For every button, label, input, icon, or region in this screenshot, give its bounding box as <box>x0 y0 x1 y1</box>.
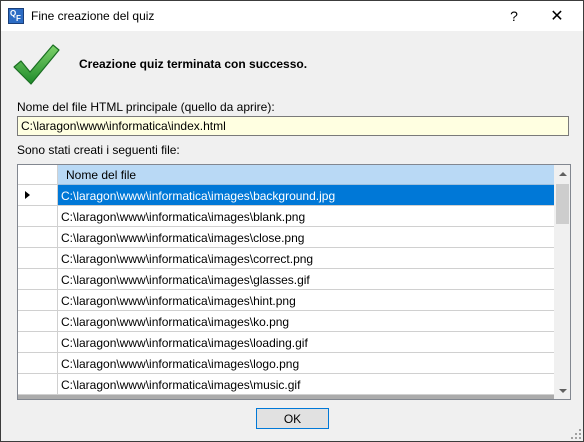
table-row[interactable]: C:\laragon\www\informatica\images\glasse… <box>18 269 554 290</box>
table-row[interactable]: C:\laragon\www\informatica\images\hint.p… <box>18 290 554 311</box>
table-row[interactable]: C:\laragon\www\informatica\images\blank.… <box>18 206 554 227</box>
file-cell[interactable]: C:\laragon\www\informatica\images\logo.p… <box>58 353 554 374</box>
help-icon: ? <box>510 8 518 24</box>
row-header[interactable] <box>18 311 58 332</box>
table-row[interactable]: C:\laragon\www\informatica\images\music.… <box>18 374 554 395</box>
table-row[interactable]: C:\laragon\www\informatica\images\close.… <box>18 227 554 248</box>
grid-header: Nome del file <box>18 165 554 185</box>
row-header[interactable] <box>18 332 58 353</box>
row-header[interactable] <box>18 353 58 374</box>
success-message: Creazione quiz terminata con successo. <box>79 57 308 71</box>
created-files-grid[interactable]: Nome del file C:\laragon\www\informatica… <box>17 164 571 400</box>
row-header[interactable] <box>18 185 58 206</box>
table-row[interactable]: C:\laragon\www\informatica\images\loadin… <box>18 332 554 353</box>
file-cell[interactable]: C:\laragon\www\informatica\images\blank.… <box>58 206 554 227</box>
grid-corner-cell <box>18 165 58 185</box>
table-row[interactable]: C:\laragon\www\informatica\images\correc… <box>18 248 554 269</box>
column-header-file-name[interactable]: Nome del file <box>58 165 554 185</box>
grid-rows: C:\laragon\www\informatica\images\backgr… <box>18 185 554 395</box>
close-button[interactable]: ✕ <box>537 1 577 31</box>
table-row[interactable]: C:\laragon\www\informatica\images\backgr… <box>18 185 554 206</box>
file-cell[interactable]: C:\laragon\www\informatica\images\glasse… <box>58 269 554 290</box>
chevron-down-icon <box>558 388 567 393</box>
scroll-up-button[interactable] <box>554 165 570 182</box>
scrollbar-thumb[interactable] <box>556 184 569 224</box>
success-check-icon <box>13 44 60 85</box>
row-header[interactable] <box>18 227 58 248</box>
table-row[interactable]: C:\laragon\www\informatica\images\ko.png <box>18 311 554 332</box>
file-cell[interactable]: C:\laragon\www\informatica\images\backgr… <box>58 185 554 206</box>
row-header[interactable] <box>18 206 58 227</box>
close-icon: ✕ <box>550 8 564 25</box>
row-header[interactable] <box>18 374 58 395</box>
dialog-window: Q F Fine creazione del quiz ? ✕ Creazion… <box>0 0 584 442</box>
created-files-label: Sono stati creati i seguenti file: <box>17 143 180 157</box>
app-icon: Q F <box>8 8 24 24</box>
current-row-pointer-icon <box>25 191 30 199</box>
file-cell[interactable]: C:\laragon\www\informatica\images\close.… <box>58 227 554 248</box>
vertical-scrollbar[interactable] <box>554 165 570 399</box>
ok-button[interactable]: OK <box>256 408 329 429</box>
row-header[interactable] <box>18 269 58 290</box>
title-bar[interactable]: Q F Fine creazione del quiz ? ✕ <box>1 1 583 31</box>
window-title: Fine creazione del quiz <box>31 9 155 23</box>
row-header[interactable] <box>18 290 58 311</box>
main-file-field[interactable] <box>17 116 569 136</box>
row-header[interactable] <box>18 248 58 269</box>
file-cell[interactable]: C:\laragon\www\informatica\images\loadin… <box>58 332 554 353</box>
file-cell[interactable]: C:\laragon\www\informatica\images\hint.p… <box>58 290 554 311</box>
chevron-up-icon <box>558 171 567 176</box>
help-button[interactable]: ? <box>494 1 534 31</box>
resize-grip-icon[interactable] <box>571 429 581 439</box>
app-icon-letter-f: F <box>16 14 21 23</box>
main-file-label: Nome del file HTML principale (quello da… <box>17 100 275 114</box>
file-cell[interactable]: C:\laragon\www\informatica\images\correc… <box>58 248 554 269</box>
file-cell[interactable]: C:\laragon\www\informatica\images\ko.png <box>58 311 554 332</box>
file-cell[interactable]: C:\laragon\www\informatica\images\music.… <box>58 374 554 395</box>
scroll-down-button[interactable] <box>554 382 570 399</box>
table-row[interactable]: C:\laragon\www\informatica\images\logo.p… <box>18 353 554 374</box>
